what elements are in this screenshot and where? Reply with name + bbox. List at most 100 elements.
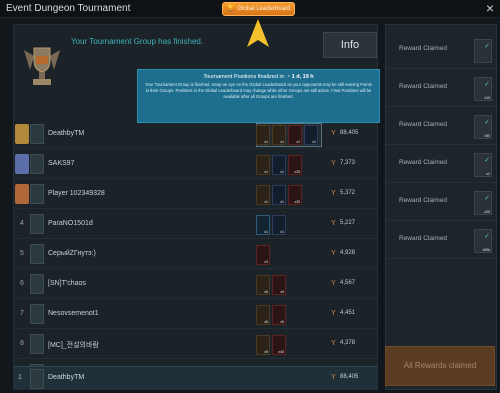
claimed-reward-icon: ✓ <box>474 39 492 63</box>
rank-medal-icon <box>15 184 29 204</box>
arrow-up-icon <box>247 19 269 47</box>
avatar <box>30 124 44 144</box>
rank-number: 8 <box>20 340 24 347</box>
table-row[interactable]: 8 [MC]_전설의바람 x5 x40 Y 4,378 <box>13 331 378 359</box>
my-position-row[interactable]: 1 DeathbyTM Y 88,405 <box>13 366 378 390</box>
check-icon: ✓ <box>484 81 490 88</box>
player-points: 4,567 <box>340 280 356 286</box>
reward-quantity: x25 <box>294 200 300 204</box>
reward-quantity: x5 <box>264 350 268 354</box>
info-button[interactable]: Info <box>323 32 377 58</box>
player-points: 4,451 <box>340 310 356 316</box>
player-points: 5,227 <box>340 220 356 226</box>
reward-quantity: x1 <box>312 140 316 144</box>
all-rewards-claimed-button[interactable]: All Rewards claimed <box>385 346 495 386</box>
reward-list: x3 <box>256 245 270 265</box>
table-row[interactable]: 4 ParaNO1501d x1 x1 Y 5,227 <box>13 211 378 239</box>
table-row[interactable]: DeathbyTM x1 x1 x2 x1 Y 88,405 <box>13 121 378 149</box>
player-name: ParaNO1501d <box>48 220 93 227</box>
claimed-reward-icon: ✓ x50 <box>474 115 492 139</box>
player-points: 5,372 <box>340 190 356 196</box>
clock-icon: ◔ <box>286 74 291 80</box>
chest-reward-icon[interactable]: x1 <box>256 185 270 205</box>
chest-reward-icon[interactable]: x1 <box>256 125 270 145</box>
player-name: СерыйZГнутэ:) <box>48 250 96 257</box>
check-icon: ✓ <box>484 43 490 50</box>
gem-reward-icon[interactable]: x40 <box>272 335 286 355</box>
reward-list: x5 x40 <box>256 335 286 355</box>
rank-number: 5 <box>20 250 24 257</box>
global-leaderboard-button[interactable]: 🏆 Global Leaderboard <box>222 2 295 16</box>
book-reward-icon[interactable]: x1 <box>304 125 318 145</box>
player-name: DeathbyTM <box>48 130 85 137</box>
gem-reward-icon[interactable]: x25 <box>288 155 302 175</box>
table-row[interactable]: 7 Nesovsemenot1 x5 x5 Y 4,451 <box>13 301 378 329</box>
reward-quantity: x1 <box>486 172 490 176</box>
chest-reward-icon[interactable]: x5 <box>256 275 270 295</box>
tooltip-heading: Tournament Positions finalized in: ◔ 1 d… <box>144 73 373 81</box>
reward-quantity: x1 <box>280 140 284 144</box>
top-bar: Event Dungeon Tournament 🏆 Global Leaderb… <box>0 0 500 18</box>
reward-claimed-label: Reward Claimed <box>399 197 448 204</box>
gem-reward-icon[interactable]: x25 <box>288 185 302 205</box>
gem-reward-icon[interactable]: x3 <box>256 245 270 265</box>
table-row[interactable]: 6 [SN]T'chaos x5 x5 Y 4,567 <box>13 271 378 299</box>
avatar <box>30 244 44 264</box>
my-player-name: DeathbyTM <box>48 374 85 381</box>
blue-reward-icon[interactable]: x1 <box>256 215 270 235</box>
reward-quantity: x1 <box>280 170 284 174</box>
reward-list: x5 x5 <box>256 305 286 325</box>
check-icon: ✓ <box>484 119 490 126</box>
reward-quantity: x50k <box>482 248 490 252</box>
table-row[interactable]: 5 СерыйZГнутэ:) x3 Y 4,928 <box>13 241 378 269</box>
avatar <box>30 334 44 354</box>
player-points: 4,378 <box>340 340 356 346</box>
reward-list: x1 x1 <box>256 215 286 235</box>
tournament-trophy-icon <box>24 47 60 85</box>
gem-reward-icon[interactable]: x5 <box>272 305 286 325</box>
points-icon: Y <box>331 190 336 197</box>
chest-reward-icon[interactable]: x1 <box>256 155 270 175</box>
book-reward-icon[interactable]: x1 <box>272 155 286 175</box>
reward-quantity: x10 <box>484 96 490 100</box>
chest-reward-icon[interactable]: x1 <box>272 125 286 145</box>
reward-quantity: x2 <box>296 140 300 144</box>
reward-quantity: x5 <box>280 290 284 294</box>
tooltip-body: Your Tournament Group is finished. Keep … <box>145 82 372 99</box>
reward-quantity: x5 <box>280 320 284 324</box>
close-icon[interactable]: × <box>486 1 494 15</box>
check-icon: ✓ <box>484 157 490 164</box>
reward-quantity: x1 <box>264 200 268 204</box>
gem-reward-icon[interactable]: x5 <box>272 275 286 295</box>
rank-medal-icon <box>15 154 29 174</box>
reward-quantity: x1 <box>264 170 268 174</box>
table-row[interactable]: SAKS97 x1 x1 x25 Y 7,373 <box>13 151 378 179</box>
reward-quantity: x25 <box>294 170 300 174</box>
claimed-reward-icon: ✓ x1 <box>474 153 492 177</box>
player-name: [MC]_전설의바람 <box>48 342 99 349</box>
table-row[interactable]: Player 102349328 x1 x1 x25 Y 5,372 <box>13 181 378 209</box>
chest-reward-icon[interactable]: x5 <box>256 305 270 325</box>
rank-number: 4 <box>20 220 24 227</box>
points-icon: Y <box>331 250 336 257</box>
reward-claimed-label: Reward Claimed <box>399 83 448 90</box>
gem-reward-icon[interactable]: x2 <box>288 125 302 145</box>
check-icon: ✓ <box>484 195 490 202</box>
reward-quantity: x3 <box>264 260 268 264</box>
tooltip-time: 1 d, 19 h <box>291 74 314 80</box>
points-icon: Y <box>331 130 336 137</box>
claimed-reward-item: Reward Claimed ✓ x20 <box>386 185 498 221</box>
claimed-reward-icon: ✓ x10 <box>474 77 492 101</box>
player-name: SAKS97 <box>48 160 75 167</box>
avatar <box>30 304 44 324</box>
reward-list: x5 x5 <box>256 275 286 295</box>
book-reward-icon[interactable]: x1 <box>272 215 286 235</box>
points-icon: Y <box>331 340 336 347</box>
chest-reward-icon[interactable]: x5 <box>256 335 270 355</box>
claimed-reward-item: Reward Claimed ✓ x1 <box>386 147 498 183</box>
tooltip-heading-text: Tournament Positions finalized in: <box>203 74 286 80</box>
points-icon: Y <box>331 280 336 287</box>
reward-quantity: x40 <box>278 350 284 354</box>
book-reward-icon[interactable]: x1 <box>272 185 286 205</box>
points-icon: Y <box>331 374 336 381</box>
